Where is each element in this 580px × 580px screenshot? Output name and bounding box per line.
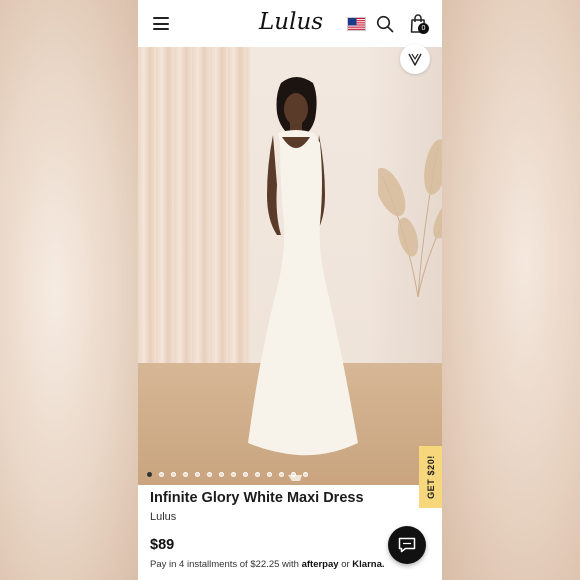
chat-button[interactable]: [388, 526, 426, 564]
site-header: Lulus 0: [138, 0, 442, 47]
favorite-heart-button[interactable]: [400, 44, 430, 74]
us-flag-icon[interactable]: [347, 17, 366, 31]
gallery-dot[interactable]: [255, 472, 260, 477]
gallery-dot[interactable]: [267, 472, 272, 477]
installment-amount: $22.25: [250, 559, 280, 570]
gallery-dot[interactable]: [231, 472, 236, 477]
gallery-dot[interactable]: [171, 472, 176, 477]
cart-count-badge: 0: [418, 23, 429, 34]
phone-screen: Lulus 0 GET $20! Infinite Glory White Ma…: [138, 0, 442, 580]
gallery-pagination: [147, 472, 308, 478]
model-in-white-dress: [248, 77, 358, 481]
installments-info: Pay in 4 installments of $22.25 with aft…: [150, 559, 385, 570]
installments-or: or: [341, 559, 350, 570]
menu-icon[interactable]: [153, 17, 169, 30]
gallery-dot[interactable]: [219, 472, 224, 477]
brand-logo[interactable]: Lulus: [259, 9, 323, 35]
gallery-dot[interactable]: [159, 472, 164, 477]
installments-prefix: Pay in 4 installments of: [150, 559, 248, 570]
gallery-dot[interactable]: [195, 472, 200, 477]
afterpay-logo[interactable]: afterpay: [302, 559, 339, 570]
gallery-dot[interactable]: [207, 472, 212, 477]
pampas-grass-decor: [378, 139, 442, 297]
gallery-dot[interactable]: [279, 472, 284, 477]
product-image[interactable]: [138, 47, 442, 485]
promo-label: GET $20!: [425, 455, 436, 499]
klarna-logo[interactable]: Klarna.: [352, 559, 384, 570]
heart-icon: [408, 53, 422, 66]
product-title: Infinite Glory White Maxi Dress: [150, 490, 364, 506]
product-price: $89: [150, 537, 175, 553]
product-brand[interactable]: Lulus: [150, 511, 176, 523]
gallery-dot[interactable]: [147, 472, 152, 477]
get-20-promo-tab[interactable]: GET $20!: [419, 446, 442, 508]
background-blur-left: [0, 0, 138, 580]
gallery-dot[interactable]: [291, 472, 296, 477]
chat-bubble-icon: [398, 537, 416, 553]
search-icon[interactable]: [376, 15, 394, 33]
gallery-dot[interactable]: [303, 472, 308, 477]
gallery-dot[interactable]: [183, 472, 188, 477]
background-blur-right: [442, 0, 580, 580]
gallery-dot[interactable]: [243, 472, 248, 477]
installments-with: with: [282, 559, 299, 570]
